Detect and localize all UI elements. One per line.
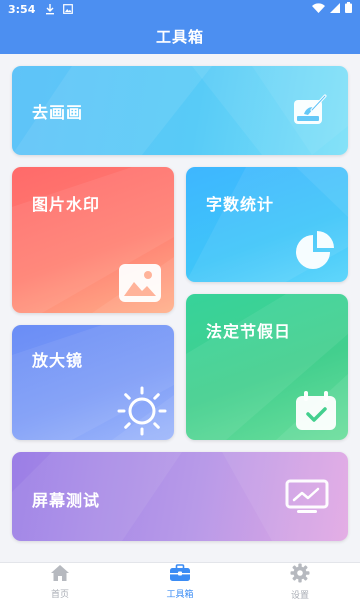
tool-label: 放大镜 xyxy=(32,351,84,370)
nav-label: 工具箱 xyxy=(166,590,194,600)
bottom-navigation: 首页 工具箱 设置 xyxy=(0,562,360,601)
nav-item-home[interactable]: 首页 xyxy=(20,564,100,600)
battery-icon xyxy=(345,2,352,16)
gear-icon xyxy=(290,563,310,587)
home-icon xyxy=(50,564,70,586)
image-notification-icon xyxy=(63,4,74,14)
app-bar: 工具箱 xyxy=(0,18,360,54)
tool-label: 去画画 xyxy=(32,103,84,122)
tool-card-watermark[interactable]: 图片水印 xyxy=(12,167,174,313)
image-icon xyxy=(118,263,162,307)
tool-card-draw[interactable]: 去画画 xyxy=(12,66,348,155)
nav-item-settings[interactable]: 设置 xyxy=(260,563,340,601)
tool-card-screen-test[interactable]: 屏幕测试 xyxy=(12,452,348,541)
toolbox-icon xyxy=(169,564,191,586)
tool-label: 屏幕测试 xyxy=(32,491,101,510)
tool-card-magnifier[interactable]: 放大镜 xyxy=(12,325,174,440)
page-title: 工具箱 xyxy=(155,27,204,46)
signal-icon xyxy=(330,2,340,16)
paint-canvas-icon xyxy=(292,94,328,132)
nav-label: 设置 xyxy=(290,591,309,601)
download-icon xyxy=(45,3,55,15)
tool-label: 法定节假日 xyxy=(206,322,292,341)
nav-item-toolbox[interactable]: 工具箱 xyxy=(140,564,220,600)
status-time: 3:54 xyxy=(8,2,36,16)
tool-card-word-count[interactable]: 字数统计 xyxy=(186,167,348,282)
nav-label: 首页 xyxy=(50,590,69,600)
status-right-icons xyxy=(312,2,352,16)
tool-card-holiday[interactable]: 法定节假日 xyxy=(186,294,348,440)
pie-chart-icon xyxy=(292,229,338,279)
tool-label: 字数统计 xyxy=(206,195,275,214)
status-bar: 3:54 xyxy=(0,0,360,18)
tool-label: 图片水印 xyxy=(32,195,101,214)
wifi-icon xyxy=(312,2,325,16)
calendar-check-icon xyxy=(294,390,338,436)
sun-icon xyxy=(116,385,168,440)
monitor-icon xyxy=(284,478,330,520)
